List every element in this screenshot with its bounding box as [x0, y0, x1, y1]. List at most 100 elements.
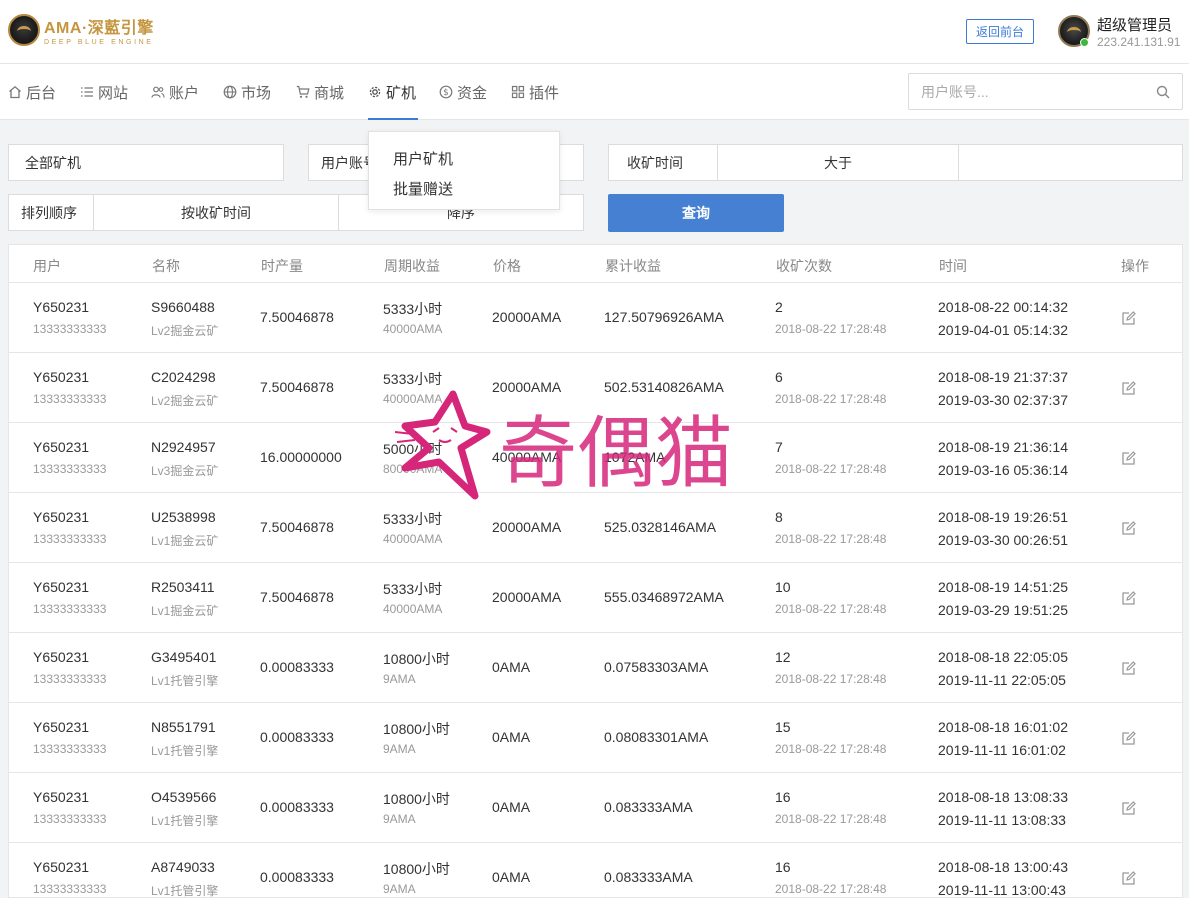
edit-icon[interactable]: [1121, 591, 1136, 606]
menu-item-batch-gift[interactable]: 批量赠送: [393, 178, 453, 199]
cell-end-time: 2019-03-30 02:37:37: [938, 392, 1068, 408]
cart-icon: [296, 85, 310, 99]
cell-end-time: 2019-03-29 19:51:25: [938, 602, 1068, 618]
cell-hourly-output: 0.00083333: [260, 729, 334, 745]
top-header: AMA·深藍引擎 DEEP BLUE ENGINE 返回前台 超级管理员 223…: [0, 0, 1189, 64]
cell-end-time: 2019-04-01 05:14:32: [938, 322, 1068, 338]
cell-end-time: 2019-11-11 13:00:43: [938, 882, 1066, 898]
cell-last-harvest-time: 2018-08-22 17:28:48: [775, 742, 887, 756]
cell-cycle: 5333小时: [383, 301, 443, 317]
cell-miner-level: Lv3掘金云矿: [151, 464, 219, 478]
brand-logo[interactable]: AMA·深藍引擎 DEEP BLUE ENGINE: [8, 14, 154, 46]
cell-cycle: 10800小时: [383, 721, 450, 737]
cell-harvest-count: 2: [775, 299, 783, 315]
cell-harvest-count: 12: [775, 649, 791, 665]
harvest-time-filter: 收矿时间 大于: [608, 144, 1183, 181]
cell-start-time: 2018-08-19 14:51:25: [938, 579, 1068, 595]
cell-cycle: 5333小时: [383, 511, 443, 527]
nav-item-funds[interactable]: $ 资金: [439, 64, 487, 120]
cell-harvest-count: 16: [775, 789, 791, 805]
edit-icon[interactable]: [1121, 451, 1136, 466]
cell-end-time: 2019-11-11 13:08:33: [938, 812, 1066, 828]
cell-cycle: 5000小时: [383, 441, 443, 457]
cell-cycle-earnings: 80000AMA: [383, 462, 443, 476]
cell-total-earnings: 0.083333AMA: [604, 799, 693, 815]
cell-start-time: 2018-08-19 21:36:14: [938, 439, 1068, 455]
cell-miner-level: Lv2掘金云矿: [151, 324, 219, 338]
cell-price: 0AMA: [492, 659, 531, 675]
cell-end-time: 2019-03-16 05:36:14: [938, 462, 1068, 478]
cell-start-time: 2018-08-19 21:37:37: [938, 369, 1068, 385]
menu-item-user-miners[interactable]: 用户矿机: [393, 148, 453, 169]
cell-end-time: 2019-11-11 16:01:02: [938, 742, 1066, 758]
column-header-harvest-count: 收矿次数: [776, 258, 832, 274]
nav-item-accounts[interactable]: 账户: [151, 64, 199, 120]
cell-price: 0AMA: [492, 729, 531, 745]
edit-icon[interactable]: [1121, 871, 1136, 886]
cell-last-harvest-time: 2018-08-22 17:28:48: [775, 392, 887, 406]
miners-dropdown-menu: 用户矿机 批量赠送: [368, 131, 560, 210]
cell-miner-id: S9660488: [151, 299, 215, 315]
search-icon[interactable]: [1156, 85, 1170, 99]
cell-cycle-earnings: 40000AMA: [383, 602, 443, 616]
cell-cycle-earnings: 9AMA: [383, 882, 416, 896]
table-row: Y650231 13333333333 G3495401 Lv1托管引擎 0.00083…: [9, 633, 1182, 703]
column-header-actions: 操作: [1121, 258, 1149, 274]
column-header-total-earnings: 累计收益: [605, 258, 661, 274]
nav-item-dashboard[interactable]: 后台: [8, 64, 56, 120]
query-button[interactable]: 查询: [608, 194, 784, 232]
edit-icon[interactable]: [1121, 731, 1136, 746]
cell-miner-level: Lv1掘金云矿: [151, 604, 219, 618]
main-nav: 后台 网站 账户 市场 商城 矿机 $ 资金 插件 用户账号...: [0, 64, 1189, 120]
cell-start-time: 2018-08-18 22:05:05: [938, 649, 1068, 665]
sort-field-select[interactable]: 按收矿时间: [94, 195, 339, 230]
cell-start-time: 2018-08-18 13:08:33: [938, 789, 1068, 805]
cell-miner-level: Lv1托管引擎: [151, 744, 219, 758]
edit-icon[interactable]: [1121, 521, 1136, 536]
cell-price: 40000AMA: [492, 449, 562, 465]
cell-user: Y650231: [33, 509, 90, 525]
admin-name[interactable]: 超级管理员: [1097, 14, 1172, 35]
cell-miner-id: O4539566: [151, 789, 217, 805]
cell-user: Y650231: [33, 369, 90, 385]
harvest-time-label: 收矿时间: [609, 145, 718, 180]
column-header-name: 名称: [152, 258, 180, 274]
edit-icon[interactable]: [1121, 311, 1136, 326]
nav-item-miners[interactable]: 矿机: [368, 64, 419, 120]
nav-item-website[interactable]: 网站: [80, 64, 128, 120]
miner-type-select[interactable]: 全部矿机: [8, 144, 284, 181]
cell-miner-id: N8551791: [151, 719, 216, 735]
cell-price: 20000AMA: [492, 519, 562, 535]
harvest-time-input[interactable]: [959, 145, 1182, 180]
cell-total-earnings: 555.03468972AMA: [604, 589, 724, 605]
svg-text:$: $: [443, 88, 448, 98]
compare-operator-select[interactable]: 大于: [718, 145, 959, 180]
column-header-user: 用户: [33, 258, 61, 274]
cell-price: 0AMA: [492, 799, 531, 815]
column-header-hourly-output: 时产量: [261, 258, 303, 274]
edit-icon[interactable]: [1121, 661, 1136, 676]
cell-user: Y650231: [33, 439, 90, 455]
back-to-frontend-button[interactable]: 返回前台: [966, 19, 1034, 44]
cell-last-harvest-time: 2018-08-22 17:28:48: [775, 882, 887, 896]
nav-item-market[interactable]: 市场: [223, 64, 271, 120]
cell-cycle-earnings: 40000AMA: [383, 392, 443, 406]
table-row: Y650231 13333333333 O4539566 Lv1托管引擎 0.00083…: [9, 773, 1182, 843]
cell-total-earnings: 0.083333AMA: [604, 869, 693, 885]
nav-item-shop[interactable]: 商城: [296, 64, 344, 120]
dollar-icon: $: [439, 85, 453, 99]
cell-start-time: 2018-08-18 13:00:43: [938, 859, 1068, 875]
search-input[interactable]: [921, 74, 1151, 109]
nav-item-plugins[interactable]: 插件: [511, 64, 559, 120]
cell-miner-level: Lv1托管引擎: [151, 674, 219, 688]
cell-hourly-output: 7.50046878: [260, 379, 334, 395]
cell-hourly-output: 7.50046878: [260, 519, 334, 535]
brand-title: AMA·深藍引擎: [44, 20, 154, 37]
user-account-search: [908, 73, 1183, 110]
edit-icon[interactable]: [1121, 381, 1136, 396]
cell-miner-level: Lv1托管引擎: [151, 884, 219, 898]
cell-last-harvest-time: 2018-08-22 17:28:48: [775, 602, 887, 616]
cell-harvest-count: 15: [775, 719, 791, 735]
edit-icon[interactable]: [1121, 801, 1136, 816]
cell-cycle-earnings: 9AMA: [383, 672, 416, 686]
